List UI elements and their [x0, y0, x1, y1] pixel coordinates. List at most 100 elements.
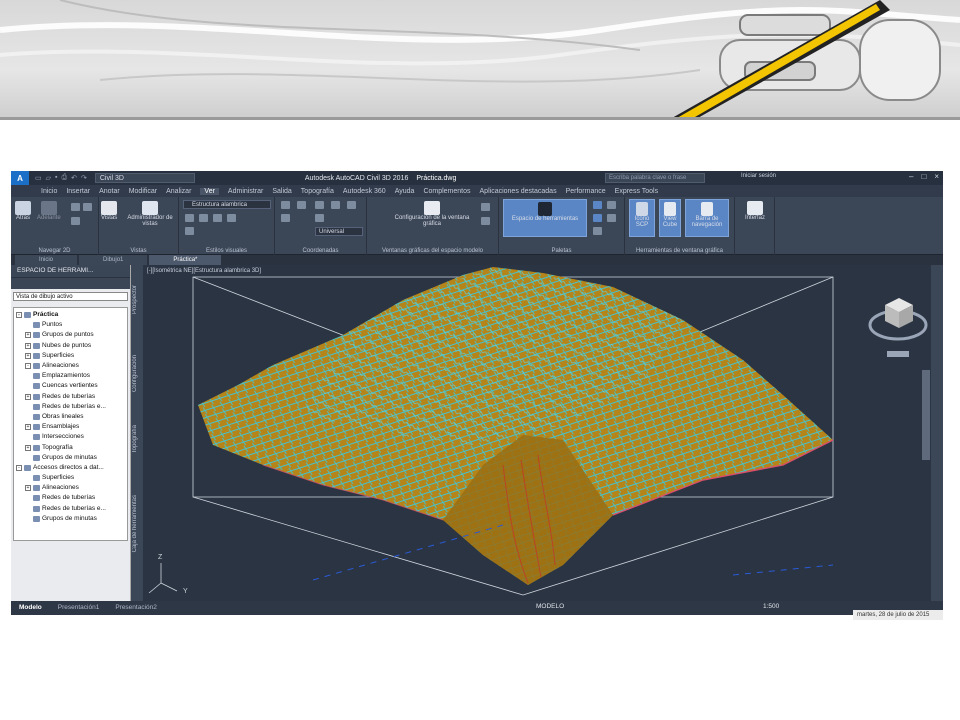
tree-item[interactable]: + Alineaciones [14, 483, 127, 493]
command-line-icon[interactable] [593, 227, 602, 235]
pan-icon[interactable] [71, 217, 80, 225]
layout-tab[interactable]: Presentación2 [107, 602, 165, 614]
annotation-scale[interactable]: 1:500 [763, 603, 779, 610]
close-icon[interactable]: × [934, 172, 939, 181]
layout-tab[interactable]: Modelo [11, 602, 50, 614]
viewport-config-button[interactable]: Configuración de la ventana gráfica [387, 201, 477, 227]
ribbon-tab[interactable]: Salida [272, 188, 291, 195]
tree-item[interactable]: + Ensamblajes [14, 422, 127, 432]
expand-toggle-icon[interactable]: + [25, 424, 31, 431]
save-icon[interactable]: ▪ [55, 174, 57, 182]
expand-toggle-icon[interactable]: + [25, 342, 31, 349]
views-button[interactable]: Vistas [101, 201, 117, 221]
ribbon-tab[interactable]: Ayuda [395, 188, 415, 195]
ribbon-tab[interactable]: Aplicaciones destacadas [480, 188, 557, 195]
ribbon-tab[interactable]: Ver [200, 187, 219, 195]
ucs-world-icon[interactable] [297, 201, 306, 209]
forward-button[interactable]: Adelante [37, 201, 61, 221]
tree-item[interactable]: Obras lineales [14, 412, 127, 422]
ucs-y-icon[interactable] [331, 201, 340, 209]
properties-icon[interactable] [593, 201, 602, 209]
expand-toggle-icon[interactable]: - [16, 464, 22, 471]
palette-side-tab[interactable]: Topografía [132, 425, 138, 453]
undo-icon[interactable]: ↶ [71, 174, 77, 182]
expand-toggle-icon[interactable]: - [25, 363, 31, 370]
drawing-viewport[interactable]: [-][Isométrica NE][Estructura alambrica … [143, 265, 931, 601]
viewport-label[interactable]: [-][Isométrica NE][Estructura alambrica … [147, 268, 261, 274]
tree-item[interactable]: Emplazamientos [14, 371, 127, 381]
maximize-icon[interactable]: □ [921, 172, 926, 181]
expand-toggle-icon[interactable]: + [25, 352, 31, 359]
tool-palettes-button[interactable]: Espacio de herramientas [503, 199, 587, 237]
tree-item[interactable]: Superficies [14, 473, 127, 483]
nav-bar-button[interactable]: Barra de navegación [685, 199, 729, 237]
ribbon-tab[interactable]: Topografía [301, 188, 334, 195]
sign-in-link[interactable]: Iniciar sesión [741, 173, 776, 179]
document-tab[interactable]: Dibujo1 [79, 255, 148, 265]
visual-style-select[interactable]: Estructura alambrica [183, 200, 271, 209]
tree-item[interactable]: Grupos de minutas [14, 514, 127, 524]
tree-item[interactable]: + Superficies [14, 351, 127, 361]
tree-item[interactable]: Puntos [14, 320, 127, 330]
zoom-icon[interactable] [83, 203, 92, 211]
open-icon[interactable]: ▱ [46, 174, 51, 182]
ribbon-tab[interactable]: Performance [566, 188, 606, 195]
tree-item[interactable]: + Nubes de puntos [14, 341, 127, 351]
sheet-set-icon[interactable] [607, 214, 616, 222]
ucs-z-icon[interactable] [347, 201, 356, 209]
tree-item[interactable]: + Grupos de puntos [14, 330, 127, 340]
tree-item[interactable]: Cuencas vertientes [14, 381, 127, 391]
layers-icon[interactable] [607, 201, 616, 209]
view-cube-button[interactable]: View Cube [659, 199, 681, 237]
tree-item[interactable]: - Alineaciones [14, 361, 127, 371]
expand-toggle-icon[interactable]: - [16, 312, 22, 319]
layout-tab[interactable]: Presentación1 [50, 602, 108, 614]
ribbon-tab[interactable]: Modificar [129, 188, 157, 195]
ribbon-tab[interactable]: Analizar [166, 188, 191, 195]
back-button[interactable]: Atrás [15, 201, 31, 221]
model-space-toggle[interactable]: MODELO [536, 603, 564, 610]
named-viewports-icon[interactable] [481, 203, 490, 211]
join-viewports-icon[interactable] [481, 217, 490, 225]
document-tab[interactable]: Práctica* [149, 255, 222, 265]
ucs-x-icon[interactable] [315, 201, 324, 209]
coordinate-system-select[interactable]: Universal [315, 227, 363, 236]
expand-toggle-icon[interactable]: + [25, 444, 31, 451]
ucs-icon-button[interactable]: Icono SCP [629, 199, 655, 237]
material-icon[interactable] [213, 214, 222, 222]
expand-toggle-icon[interactable]: + [25, 393, 31, 400]
ribbon-tab[interactable]: Administrar [228, 188, 263, 195]
workspace-select[interactable]: Civil 3D [94, 173, 195, 183]
ucs-origin-icon[interactable] [281, 214, 290, 222]
tree-item[interactable]: + Topografía [14, 442, 127, 452]
xray-icon[interactable] [185, 227, 194, 235]
tree-item[interactable]: Redes de tuberías [14, 493, 127, 503]
tree-item[interactable]: + Redes de tuberías [14, 392, 127, 402]
app-logo-icon[interactable]: A [11, 171, 29, 185]
view-select[interactable]: Vista de dibujo activo [13, 292, 128, 301]
interface-button[interactable]: Interfaz [739, 201, 771, 221]
tree-item[interactable]: Redes de tuberías e... [14, 402, 127, 412]
tree-item[interactable]: - Accesos directos a dat... [14, 463, 127, 473]
edge-icon[interactable] [199, 214, 208, 222]
palette-side-tab[interactable]: Caja de herramientas [132, 495, 138, 552]
ribbon-tab[interactable]: Complementos [423, 188, 470, 195]
palette-side-tab[interactable]: Configuración [132, 355, 138, 392]
minimize-icon[interactable]: – [909, 172, 913, 181]
tree-item[interactable]: Grupos de minutas [14, 453, 127, 463]
search-input[interactable]: Escriba palabra clave o frase [605, 173, 705, 183]
view-manager-button[interactable]: Administrador de vistas [123, 201, 177, 227]
ribbon-tab[interactable]: Anotar [99, 188, 120, 195]
tree-item[interactable]: Intersecciones [14, 432, 127, 442]
design-center-icon[interactable] [593, 214, 602, 222]
ucs-view-icon[interactable] [315, 214, 324, 222]
ribbon-tab[interactable]: Inicio [41, 188, 57, 195]
expand-toggle-icon[interactable]: + [25, 485, 31, 492]
tree-item[interactable]: - Práctica [14, 310, 127, 320]
ribbon-tab[interactable]: Insertar [66, 188, 90, 195]
shadow-icon[interactable] [185, 214, 194, 222]
document-tab[interactable]: Inicio [15, 255, 78, 265]
navigation-bar[interactable] [922, 370, 930, 460]
print-icon[interactable]: ⎙ [62, 174, 68, 182]
orbit-icon[interactable] [71, 203, 80, 211]
